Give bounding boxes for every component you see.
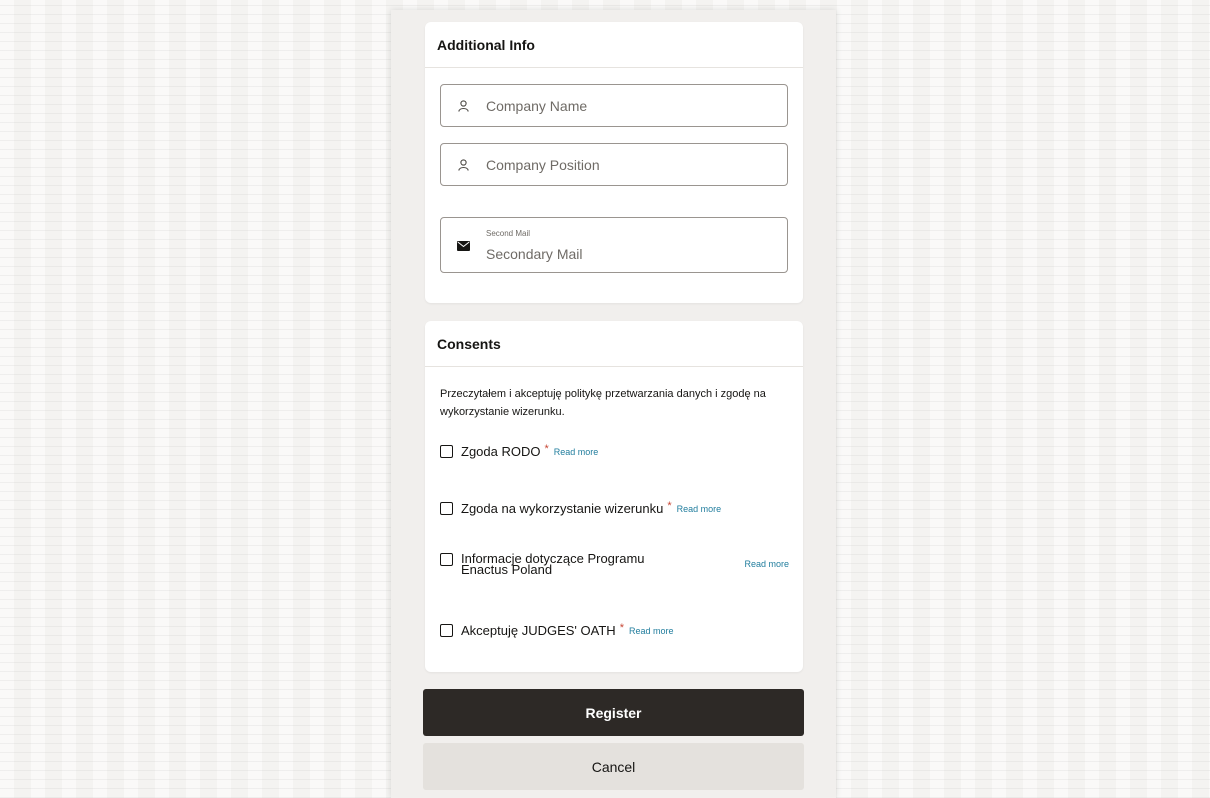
consent-program-info-checkbox[interactable] [440,553,453,566]
consents-title: Consents [425,321,803,367]
consent-judges-oath-read-more-link[interactable]: Read more [629,626,674,636]
required-mark: * [544,442,549,455]
second-mail-label: Second Mail [486,229,531,238]
company-name-field[interactable] [440,84,788,127]
consent-judges-oath: Akceptuję JUDGES' OATH * Read more [440,621,674,638]
consent-rodo: Zgoda RODO * Read more [440,442,599,459]
consent-image-use: Zgoda na wykorzystanie wizerunku * Read … [440,499,722,516]
consent-rodo-read-more-link[interactable]: Read more [554,447,599,457]
consent-rodo-checkbox[interactable] [440,445,453,458]
consent-image-use-label: Zgoda na wykorzystanie wizerunku [461,501,664,516]
second-mail-field[interactable]: Second Mail [440,217,788,273]
consent-rodo-label: Zgoda RODO [461,444,541,459]
second-mail-input[interactable] [486,246,777,262]
consent-judges-oath-checkbox[interactable] [440,624,453,637]
user-icon [456,99,470,113]
company-position-field[interactable] [440,143,788,186]
company-name-input[interactable] [486,98,777,114]
consent-image-use-read-more-link[interactable]: Read more [677,504,722,514]
consent-program-info-label: Informacje dotyczące Programu Enactus Po… [461,552,645,576]
consents-intro-text: Przeczytałem i akceptuję politykę przetw… [440,388,766,418]
consent-program-info: Informacje dotyczące Programu Enactus Po… [440,552,789,576]
user-icon [456,158,470,172]
required-mark: * [619,621,624,634]
consent-program-info-read-more-link[interactable]: Read more [744,559,789,569]
registration-form-column: Additional Info Second Mail Consents Prz… [391,10,836,798]
cancel-button[interactable]: Cancel [423,743,804,790]
consent-judges-oath-label: Akceptuję JUDGES' OATH [461,623,616,638]
required-mark: * [667,499,672,512]
company-position-input[interactable] [486,157,777,173]
register-button[interactable]: Register [423,689,804,736]
consent-image-use-checkbox[interactable] [440,502,453,515]
consents-card: Consents Przeczytałem i akceptuję polity… [425,321,803,672]
additional-info-title: Additional Info [425,22,803,68]
additional-info-card: Additional Info Second Mail [425,22,803,303]
envelope-icon [456,239,470,253]
